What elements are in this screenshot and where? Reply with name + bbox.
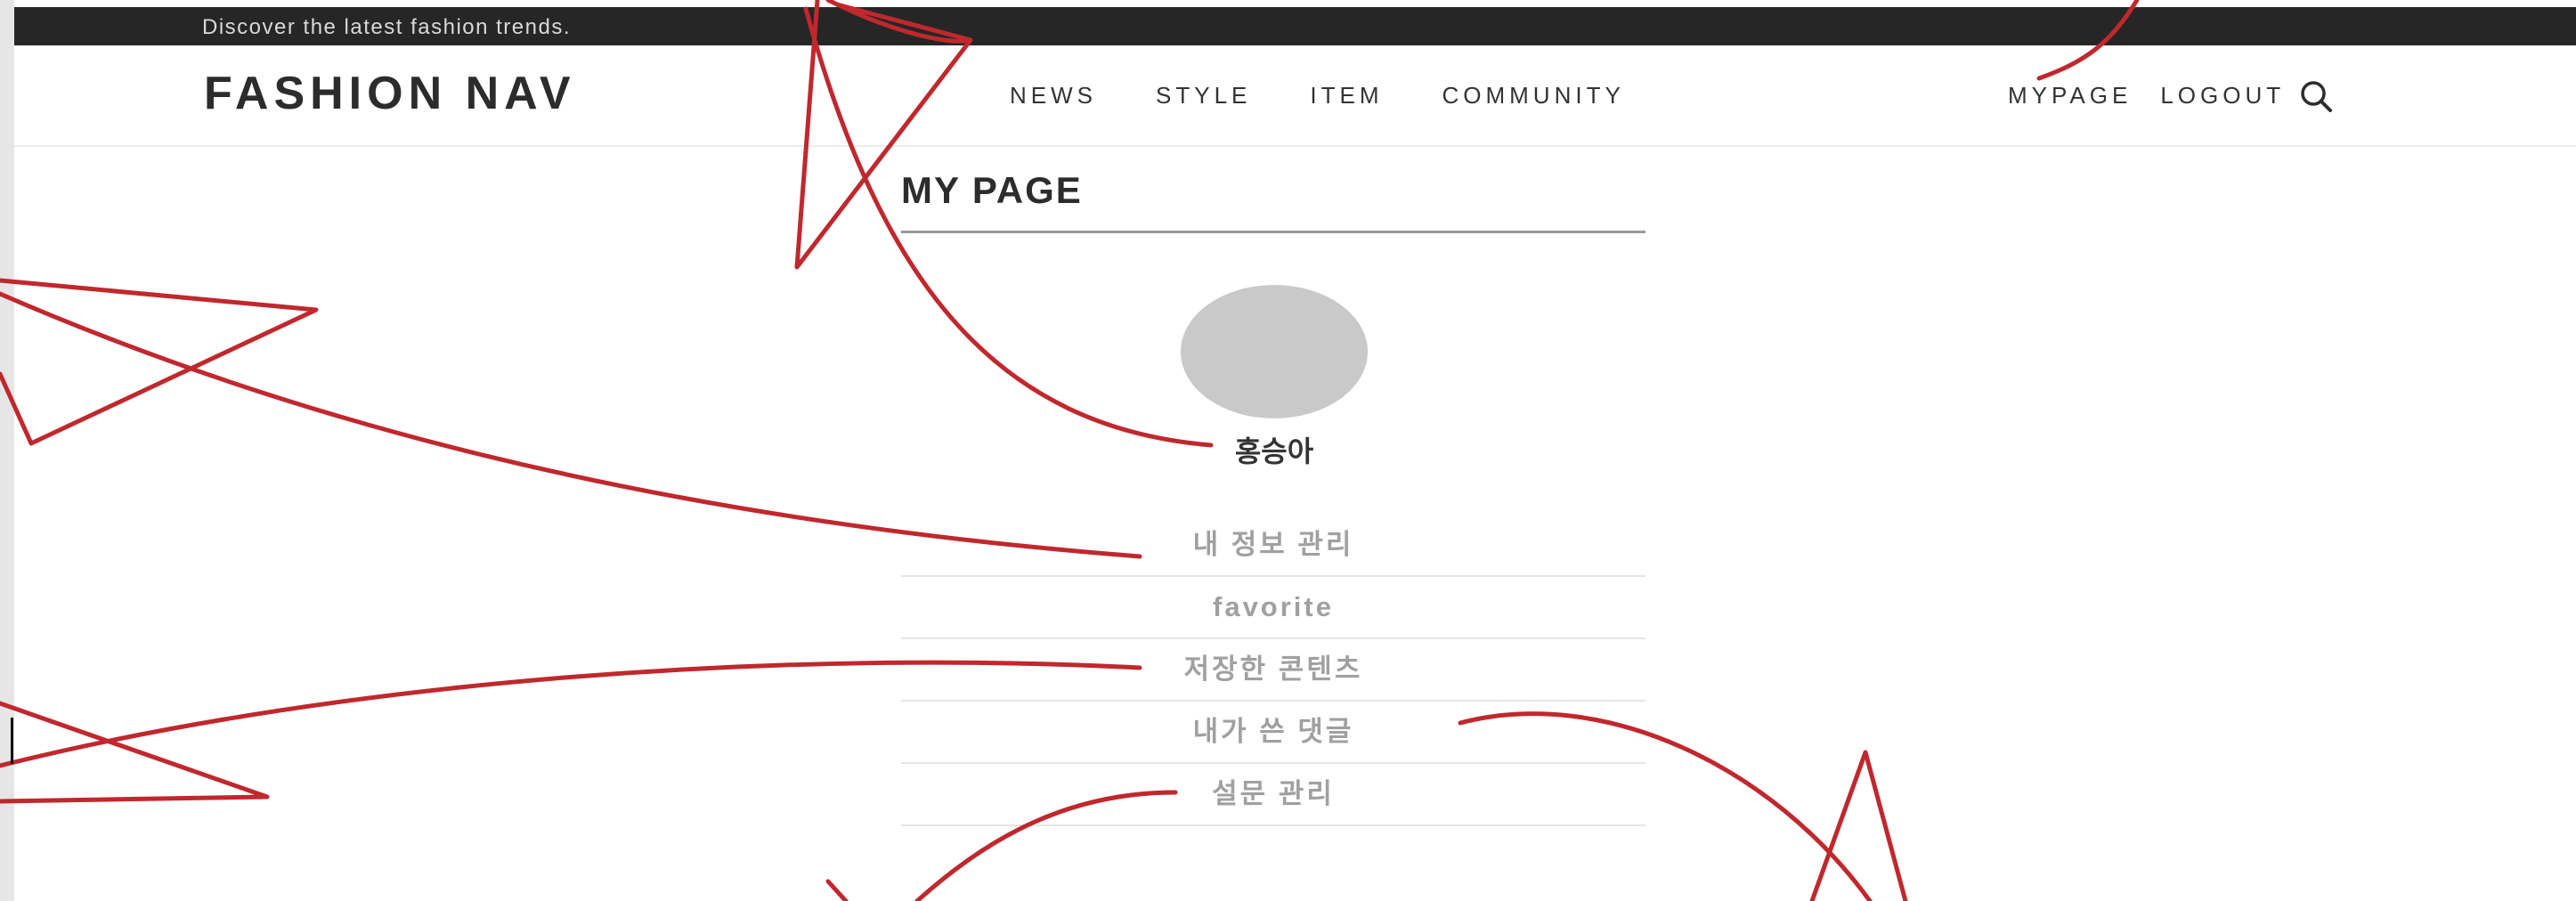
main-nav: NEWS STYLE ITEM COMMUNITY bbox=[1010, 82, 1625, 110]
search-icon[interactable] bbox=[2298, 78, 2334, 114]
title-divider bbox=[901, 231, 1646, 233]
text-cursor bbox=[11, 718, 13, 764]
notice-text: Discover the latest fashion trends. bbox=[202, 15, 572, 39]
menu-item-saved-content[interactable]: 저장한 콘텐츠 bbox=[901, 639, 1646, 702]
nav-item-style[interactable]: STYLE bbox=[1156, 82, 1251, 110]
nav-item-community[interactable]: COMMUNITY bbox=[1442, 82, 1624, 110]
menu-item-profile[interactable]: 내 정보 관리 bbox=[901, 515, 1646, 577]
menu-item-favorite[interactable]: favorite bbox=[901, 577, 1646, 639]
nav-item-news[interactable]: NEWS bbox=[1010, 82, 1097, 110]
site-header: FASHION NAV NEWS STYLE ITEM COMMUNITY MY… bbox=[14, 45, 2576, 147]
user-menu: MYPAGE LOGOUT bbox=[2008, 82, 2285, 110]
logout-link[interactable]: LOGOUT bbox=[2160, 82, 2285, 110]
logo[interactable]: FASHION NAV bbox=[204, 67, 576, 120]
page: Discover the latest fashion trends. FASH… bbox=[14, 0, 2576, 901]
avatar bbox=[1181, 285, 1368, 418]
nav-item-item[interactable]: ITEM bbox=[1310, 82, 1383, 110]
top-notice-bar: Discover the latest fashion trends. bbox=[14, 7, 2576, 45]
menu-item-survey[interactable]: 설문 관리 bbox=[901, 764, 1646, 826]
menu-item-my-comments[interactable]: 내가 쓴 댓글 bbox=[901, 702, 1646, 764]
user-name: 홍승아 bbox=[1234, 435, 1314, 467]
mypage-link[interactable]: MYPAGE bbox=[2008, 82, 2132, 110]
page-title: MY PAGE bbox=[901, 169, 1083, 211]
mypage-menu: 내 정보 관리 favorite 저장한 콘텐츠 내가 쓴 댓글 설문 관리 bbox=[901, 515, 1646, 826]
